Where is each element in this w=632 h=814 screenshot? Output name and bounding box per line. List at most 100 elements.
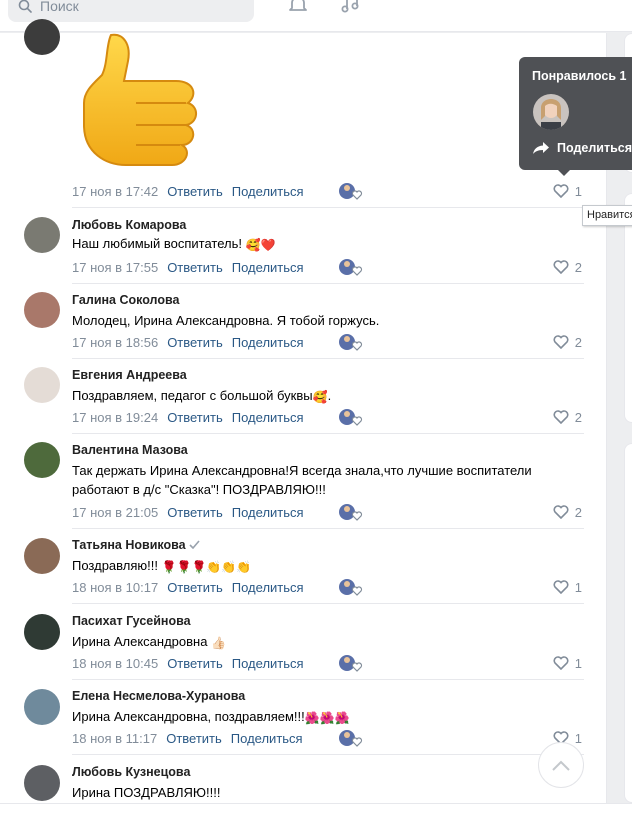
avatar[interactable] [24,538,60,574]
comment-date[interactable]: 18 ноя в 11:17 [72,731,157,746]
author-name[interactable]: Татьяна Новикова [72,538,200,552]
comment-actions: 18 ноя в 11:17 Ответить Поделиться [72,729,363,747]
emoji: 🌺🌺🌺 [304,711,350,725]
share-link[interactable]: Поделиться [232,184,304,199]
heart-icon [553,656,569,670]
like-count: 1 [574,183,582,199]
author-name[interactable]: Пасихат Гусейнова [72,614,191,628]
reply-link[interactable]: Ответить [167,656,223,671]
like-button[interactable]: 2 [553,408,582,426]
like-count: 2 [574,409,582,425]
scroll-to-top-button[interactable] [538,742,584,788]
like-button[interactable]: 2 [553,503,582,521]
comment-text: Поздравляем, педагог с большой буквы🥰. [72,388,332,404]
reply-link[interactable]: Ответить [166,731,222,746]
emoji: 👍🏻 [211,636,227,650]
avatar[interactable] [24,292,60,328]
comment-date[interactable]: 17 ноя в 17:55 [72,260,158,275]
author-name[interactable]: Елена Несмелова-Хуранова [72,689,245,703]
comment-date[interactable]: 17 ноя в 21:05 [72,505,158,520]
liker-avatar-icon[interactable] [338,181,364,201]
reply-link[interactable]: Ответить [167,260,223,275]
thumbs-up-sticker [83,33,197,166]
comment-text: Ирина ПОЗДРАВЛЯЮ!!!! [72,785,221,800]
check-icon [189,540,200,550]
like-count: 1 [574,730,582,746]
reply-link[interactable]: Ответить [167,335,223,350]
reply-link[interactable]: Ответить [167,580,223,595]
bottom-bar [0,803,632,814]
comment-actions: 17 ноя в 18:56 Ответить Поделиться [72,333,363,351]
comment-text: Ирина Александровна, поздравляем!!!🌺🌺🌺 [72,709,350,725]
author-name[interactable]: Валентина Мазова [72,443,188,457]
heart-icon [553,335,569,349]
reply-link[interactable]: Ответить [167,184,223,199]
author-name[interactable]: Любовь Комарова [72,218,186,232]
heart-icon [553,410,569,424]
music-icon[interactable] [338,0,362,16]
avatar[interactable] [24,367,60,403]
avatar[interactable] [24,442,60,478]
liker-avatar-icon[interactable] [338,728,364,748]
like-button[interactable]: 2 [553,333,582,351]
comment-actions: 17 ноя в 21:05 Ответить Поделиться [72,503,363,521]
heart-icon [553,260,569,274]
share-link[interactable]: Поделиться [232,580,304,595]
comment-text: Поздравляю!!! 🌹🌹🌹👏👏👏 [72,558,252,574]
comment-date[interactable]: 18 ноя в 10:17 [72,580,158,595]
share-link[interactable]: Поделиться [232,505,304,520]
author-name[interactable]: Любовь Кузнецова [72,765,190,779]
reply-link[interactable]: Ответить [167,410,223,425]
like-count: 2 [574,334,582,350]
share-link[interactable]: Поделиться [232,335,304,350]
reply-link[interactable]: Ответить [167,505,223,520]
likes-tooltip: Понравилось 1 Поделиться [519,57,632,176]
comment-actions: 17 ноя в 19:24 Ответить Поделиться [72,408,363,426]
top-bar [0,0,632,32]
share-link[interactable]: Поделиться [231,731,303,746]
comment-date[interactable]: 17 ноя в 18:56 [72,335,158,350]
avatar[interactable] [24,19,60,55]
like-button[interactable]: 2 [553,258,582,276]
like-button[interactable]: 1 [553,654,582,672]
comment-actions: 18 ноя в 10:45 Ответить Поделиться [72,654,363,672]
tooltip-share[interactable]: Поделиться [533,141,632,155]
like-button[interactable]: 1 [553,182,582,200]
like-hint-tooltip: Нравится [582,205,632,226]
share-link[interactable]: Поделиться [232,410,304,425]
like-button[interactable]: 1 [553,578,582,596]
comment-date[interactable]: 17 ноя в 17:42 [72,184,158,199]
search-icon [18,0,32,13]
liker-avatar-icon[interactable] [338,577,364,597]
like-count: 2 [574,259,582,275]
liker-avatar-icon[interactable] [338,257,364,277]
comment-actions: 17 ноя в 17:55 Ответить Поделиться [72,258,363,276]
liker-avatar-icon[interactable] [338,502,364,522]
comment-actions: 17 ноя в 17:42 Ответить Поделиться [72,182,363,200]
avatar[interactable] [24,765,60,801]
heart-icon [553,505,569,519]
comments-card: 17 ноя в 17:42 Ответить Поделиться 1 Люб… [0,19,607,803]
avatar[interactable] [24,614,60,650]
comment-text: Так держать Ирина Александровна!Я всегда… [72,463,532,497]
heart-icon [553,184,569,198]
tooltip-title[interactable]: Понравилось 1 [532,69,626,83]
avatar[interactable] [533,94,569,130]
author-name[interactable]: Галина Соколова [72,293,179,307]
search-input[interactable] [40,0,240,14]
comment-date[interactable]: 18 ноя в 10:45 [72,656,158,671]
heart-icon [553,580,569,594]
bell-icon[interactable] [286,0,310,16]
share-link[interactable]: Поделиться [232,260,304,275]
author-name[interactable]: Евгения Андреева [72,368,187,382]
share-link[interactable]: Поделиться [232,656,304,671]
liker-avatar-icon[interactable] [338,332,364,352]
avatar[interactable] [24,217,60,253]
avatar[interactable] [24,689,60,725]
comment-date[interactable]: 17 ноя в 19:24 [72,410,158,425]
liker-avatar-icon[interactable] [338,407,364,427]
comment-text: Ирина Александровна 👍🏻 [72,634,227,650]
emoji: 🌹🌹🌹👏👏👏 [161,560,252,574]
comment-text: Молодец, Ирина Александровна. Я тобой го… [72,313,380,328]
liker-avatar-icon[interactable] [338,653,364,673]
